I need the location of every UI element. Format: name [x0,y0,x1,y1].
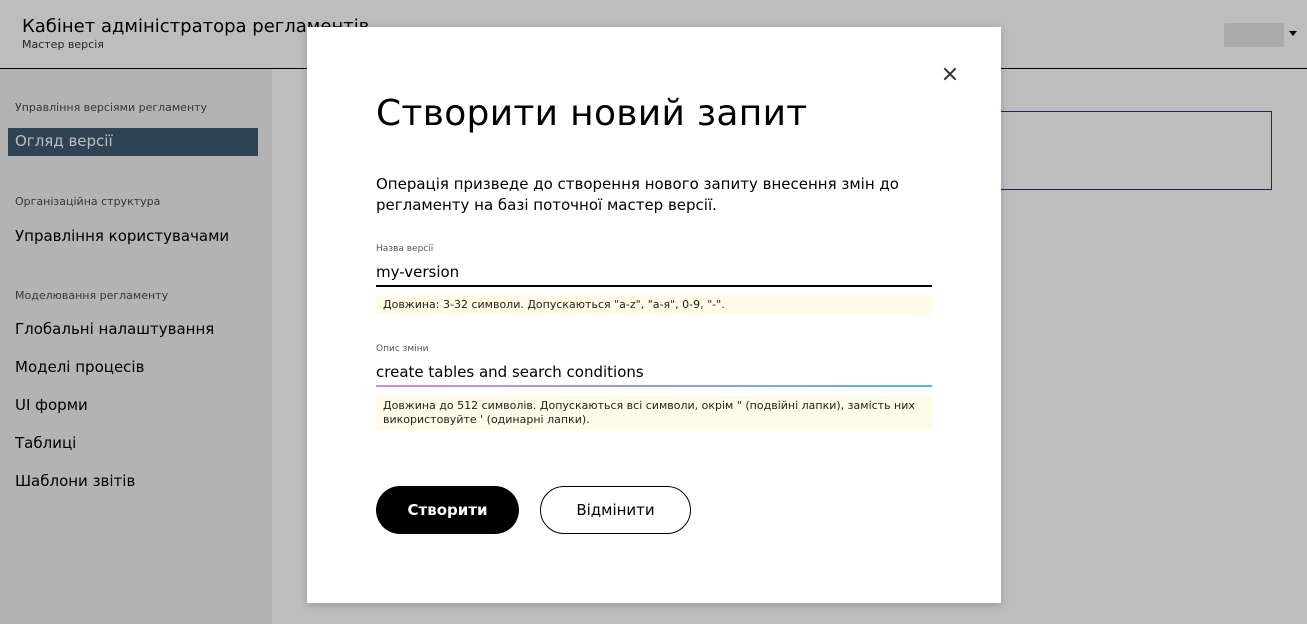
change-description-label: Опис зміни [376,344,429,354]
version-name-input[interactable] [376,259,932,285]
version-name-hint: Довжина: 3-32 символи. Допускаються "a-z… [376,295,932,314]
cancel-button[interactable]: Відмінити [540,486,691,534]
change-description-underline [376,385,932,387]
dialog-description: Операція призведе до створення нового за… [376,175,899,214]
version-name-underline [376,285,932,287]
version-name-label: Назва версії [376,244,434,254]
dialog-title: Створити новий запит [376,93,808,134]
change-description-hint: Довжина до 512 символів. Допускаються вс… [376,396,932,430]
change-description-input[interactable] [376,359,932,385]
create-button[interactable]: Створити [376,486,519,534]
close-icon[interactable] [939,63,961,85]
